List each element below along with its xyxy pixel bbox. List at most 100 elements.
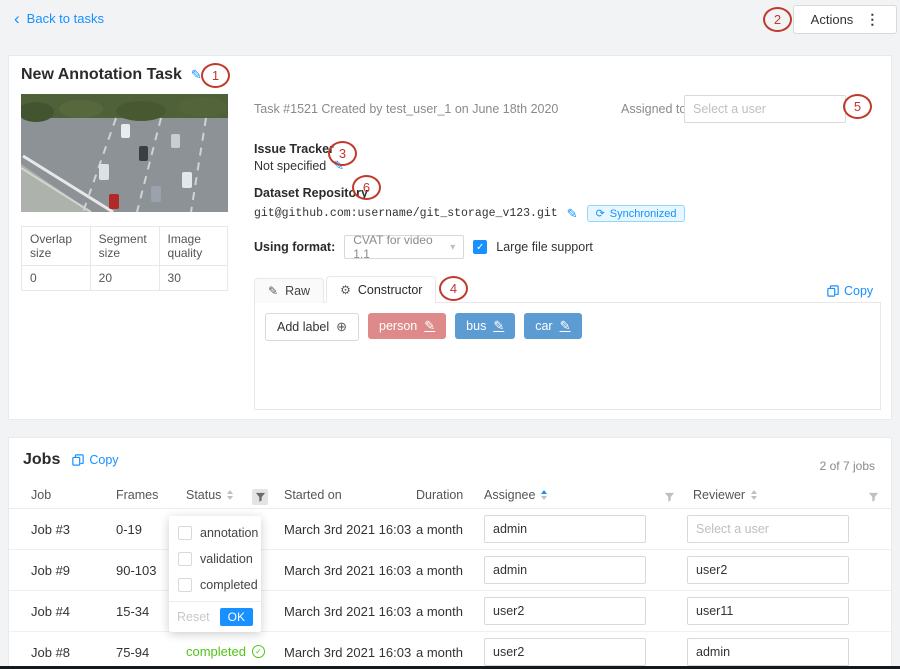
actions-label: Actions — [811, 12, 854, 27]
sort-icon[interactable] — [541, 490, 547, 500]
copy-icon — [827, 285, 839, 297]
task-params-table: Overlap size Segment size Image quality … — [21, 226, 228, 291]
job-link[interactable]: Job #3 — [31, 522, 70, 537]
task-title-row: New Annotation Task ✎ — [21, 66, 202, 84]
col-duration: Duration — [416, 488, 463, 502]
started-cell: March 3rd 2021 16:03 — [284, 563, 411, 578]
sync-badge-label: Synchronized — [610, 208, 677, 220]
page-title: New Annotation Task — [21, 66, 182, 84]
col-status[interactable]: Status — [186, 488, 233, 502]
filter-footer: Reset OK — [169, 601, 261, 632]
issue-tracker-label: Issue Tracker — [254, 142, 334, 156]
started-cell: March 3rd 2021 16:03 — [284, 645, 411, 660]
sync-status-badge[interactable]: ⟳ Synchronized — [587, 205, 686, 222]
reviewer-input[interactable] — [687, 515, 849, 543]
jobs-table-header: Job Frames Status Started on Duration As… — [9, 482, 891, 509]
jobs-count: 2 of 7 jobs — [820, 459, 875, 473]
check-circle-icon: ✓ — [252, 645, 265, 658]
job-link[interactable]: Job #4 — [31, 604, 70, 619]
filter-icon-status[interactable] — [252, 489, 268, 505]
back-label: Back to tasks — [27, 11, 104, 26]
ok-button[interactable]: OK — [220, 608, 253, 626]
format-row: Using format: CVAT for video 1.1 ▾ ✓ Lar… — [254, 234, 593, 260]
more-vertical-icon: ⋮ — [865, 11, 879, 28]
frames-cell: 90-103 — [116, 563, 156, 578]
reviewer-input[interactable] — [687, 556, 849, 584]
reviewer-input[interactable] — [687, 597, 849, 625]
frames-cell: 0-19 — [116, 522, 142, 537]
label-name: car — [535, 319, 552, 333]
format-label: Using format: — [254, 240, 335, 254]
task-preview-image — [21, 94, 228, 212]
filter-option-completed[interactable]: completed — [169, 572, 261, 598]
label-chip-bus[interactable]: bus ✎ — [455, 313, 515, 339]
chevron-left-icon: ‹ — [14, 13, 20, 25]
plus-circle-icon: ⊕ — [336, 319, 347, 335]
checkbox[interactable] — [178, 552, 192, 566]
col-reviewer-label: Reviewer — [693, 488, 745, 502]
build-icon: ⚙ — [340, 283, 351, 297]
param-value: 30 — [159, 266, 227, 291]
issue-tracker-value: Not specified — [254, 159, 326, 173]
started-cell: March 3rd 2021 16:03 — [284, 522, 411, 537]
sort-icon[interactable] — [751, 490, 757, 500]
col-assignee[interactable]: Assignee — [484, 488, 547, 502]
task-details-card: New Annotation Task ✎ Ov — [8, 55, 892, 420]
edit-label-icon[interactable]: ✎ — [424, 318, 435, 334]
cvat-task-page: ‹ Back to tasks Actions ⋮ New Annotation… — [0, 0, 900, 669]
table-row: Job #3 0-19 March 3rd 2021 16:03 a month — [9, 509, 891, 550]
col-job: Job — [31, 488, 51, 502]
param-value: 20 — [90, 266, 159, 291]
edit-repository-icon[interactable]: ✎ — [567, 206, 578, 222]
actions-button[interactable]: Actions ⋮ — [793, 5, 897, 34]
edit-label-icon[interactable]: ✎ — [493, 318, 504, 334]
checkbox[interactable] — [178, 578, 192, 592]
filter-option-label: annotation — [200, 526, 258, 540]
copy-labels-button[interactable]: Copy — [827, 284, 873, 298]
filter-option-annotation[interactable]: annotation — [169, 520, 261, 546]
duration-cell: a month — [416, 563, 463, 578]
duration-cell: a month — [416, 645, 463, 660]
back-to-tasks-link[interactable]: ‹ Back to tasks — [14, 11, 104, 26]
task-meta: Task #1521 Created by test_user_1 on Jun… — [254, 102, 558, 116]
reset-button[interactable]: Reset — [177, 610, 210, 624]
add-label-button[interactable]: Add label ⊕ — [265, 313, 359, 341]
tab-constructor[interactable]: ⚙ Constructor — [326, 276, 436, 303]
reviewer-input[interactable] — [687, 638, 849, 666]
assignee-input[interactable] — [484, 597, 646, 625]
col-frames: Frames — [116, 488, 158, 502]
assignee-input[interactable] — [484, 638, 646, 666]
dataset-repository-url: git@github.com:username/git_storage_v123… — [254, 207, 558, 220]
filter-icon-assignee[interactable] — [661, 489, 677, 505]
annotation-circle-2: 2 — [763, 7, 792, 32]
tab-constructor-label: Constructor — [358, 283, 423, 297]
assignee-input[interactable] — [484, 515, 646, 543]
label-chip-car[interactable]: car ✎ — [524, 313, 581, 339]
copy-jobs-button[interactable]: Copy — [72, 453, 118, 467]
filter-option-validation[interactable]: validation — [169, 546, 261, 572]
tab-raw[interactable]: ✎ Raw — [254, 278, 324, 303]
edit-label-icon[interactable]: ✎ — [560, 318, 571, 334]
edit-title-icon[interactable]: ✎ — [191, 67, 202, 83]
sort-icon[interactable] — [227, 490, 233, 500]
copy-icon — [72, 454, 84, 466]
sync-icon: ⟳ — [596, 207, 605, 220]
job-link[interactable]: Job #8 — [31, 645, 70, 660]
label-chip-person[interactable]: person ✎ — [368, 313, 446, 339]
status-filter-dropdown: annotation validation completed Reset OK — [169, 516, 261, 632]
param-header: Image quality — [159, 227, 227, 266]
col-reviewer[interactable]: Reviewer — [693, 488, 757, 502]
assigned-to-input[interactable] — [684, 95, 846, 123]
label-name: person — [379, 319, 417, 333]
assignee-input[interactable] — [484, 556, 646, 584]
large-file-checkbox[interactable]: ✓ — [473, 240, 487, 254]
status-badge: completed ✓ — [186, 644, 265, 659]
job-link[interactable]: Job #9 — [31, 563, 70, 578]
edit-issue-tracker-icon[interactable]: ✎ — [333, 158, 344, 174]
format-select[interactable]: CVAT for video 1.1 ▾ — [344, 235, 464, 259]
checkbox[interactable] — [178, 526, 192, 540]
table-row: Job #9 90-103 March 3rd 2021 16:03 a mon… — [9, 550, 891, 591]
duration-cell: a month — [416, 522, 463, 537]
dataset-repository-label: Dataset Repository — [254, 186, 368, 200]
filter-icon-reviewer[interactable] — [865, 489, 881, 505]
